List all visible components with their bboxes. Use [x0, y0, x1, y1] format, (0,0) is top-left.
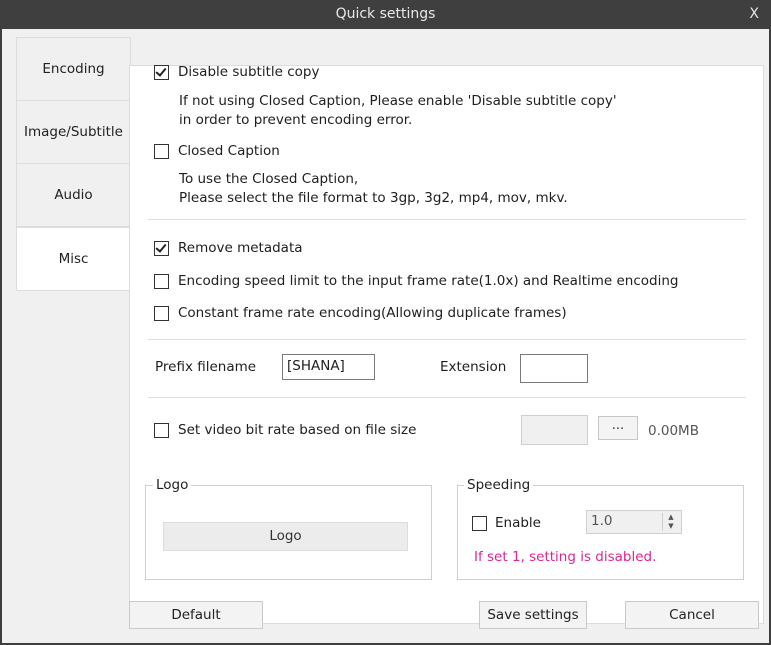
divider	[148, 219, 746, 220]
constant-fr-label[interactable]: Constant frame rate encoding(Allowing du…	[178, 305, 567, 321]
extension-label: Extension	[440, 359, 507, 375]
disable-subtitle-label[interactable]: Disable subtitle copy	[178, 64, 319, 80]
bitrate-size-input[interactable]	[521, 415, 588, 445]
cancel-button[interactable]: Cancel	[625, 601, 759, 629]
spin-down-icon[interactable]: ▼	[663, 522, 679, 531]
tab-image-subtitle[interactable]: Image/Subtitle	[16, 100, 131, 164]
dialog-body: Encoding Image/Subtitle Audio Misc Disab…	[2, 29, 769, 643]
bitrate-label[interactable]: Set video bit rate based on file size	[178, 422, 416, 438]
logo-group-title: Logo	[153, 477, 192, 493]
speed-limit-label[interactable]: Encoding speed limit to the input frame …	[178, 273, 678, 289]
remove-metadata-label[interactable]: Remove metadata	[178, 240, 303, 256]
speeding-enable-checkbox[interactable]	[472, 516, 487, 531]
spinner-arrows[interactable]: ▲ ▼	[662, 513, 679, 531]
logo-button[interactable]: Logo	[163, 522, 408, 551]
speeding-spinner[interactable]: 1.0 ▲ ▼	[586, 510, 682, 534]
speeding-value: 1.0	[591, 513, 613, 529]
bitrate-checkbox[interactable]	[154, 423, 169, 438]
prefix-input[interactable]: [SHANA]	[282, 354, 375, 380]
quick-settings-window: Quick settings X Encoding Image/Subtitle…	[0, 0, 771, 645]
close-icon[interactable]: X	[749, 6, 759, 22]
speeding-enable-label[interactable]: Enable	[495, 515, 541, 531]
closed-caption-checkbox[interactable]	[154, 144, 169, 159]
divider	[148, 339, 746, 340]
constant-fr-checkbox[interactable]	[154, 306, 169, 321]
divider	[148, 397, 746, 398]
speeding-group-title: Speeding	[464, 477, 534, 493]
tab-misc[interactable]: Misc	[16, 227, 130, 291]
spin-up-icon[interactable]: ▲	[663, 513, 679, 522]
speeding-warning: If set 1, setting is disabled.	[474, 549, 657, 565]
disable-subtitle-desc-1: If not using Closed Caption, Please enab…	[179, 93, 617, 109]
prefix-label: Prefix filename	[155, 359, 257, 375]
closed-caption-desc-1: To use the Closed Caption,	[179, 171, 359, 187]
title-bar: Quick settings X	[0, 0, 771, 29]
disable-subtitle-checkbox[interactable]	[154, 65, 169, 80]
tab-audio[interactable]: Audio	[16, 163, 131, 227]
save-settings-button[interactable]: Save settings	[479, 601, 587, 629]
closed-caption-desc-2: Please select the file format to 3gp, 3g…	[179, 190, 568, 206]
window-title: Quick settings	[335, 6, 436, 22]
bitrate-size-value: 0.00MB	[648, 423, 699, 439]
extension-input[interactable]	[520, 354, 588, 383]
tab-encoding[interactable]: Encoding	[16, 37, 131, 101]
remove-metadata-checkbox[interactable]	[154, 241, 169, 256]
browse-button[interactable]: ...	[598, 416, 638, 440]
default-button[interactable]: Default	[129, 601, 263, 629]
closed-caption-label[interactable]: Closed Caption	[178, 143, 280, 159]
disable-subtitle-desc-2: in order to prevent encoding error.	[179, 112, 413, 128]
speed-limit-checkbox[interactable]	[154, 274, 169, 289]
